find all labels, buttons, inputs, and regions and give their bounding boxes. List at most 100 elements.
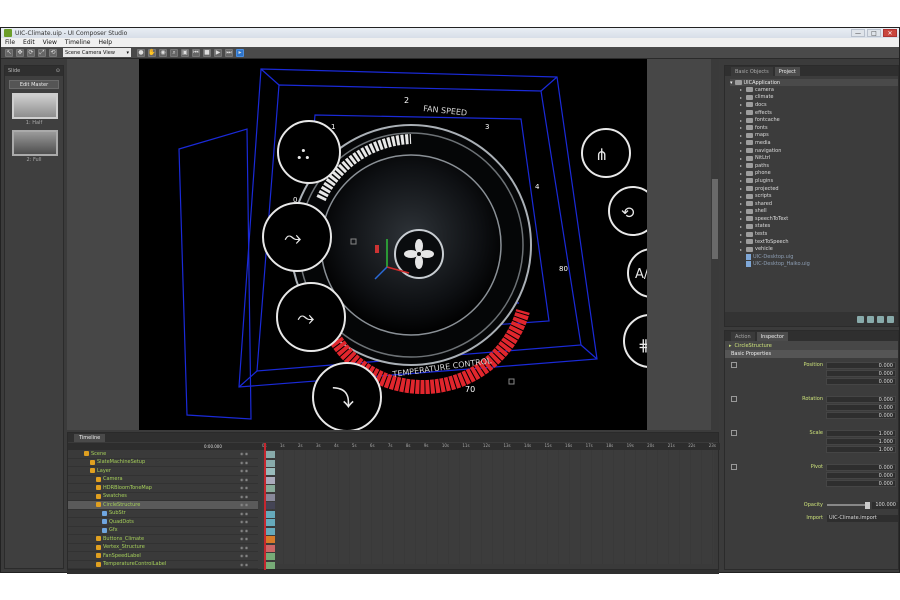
visibility-icon[interactable]: ◉ ◉: [240, 545, 258, 550]
import-icon[interactable]: [867, 315, 874, 323]
timeline-layer-row[interactable]: Camera ◉ ◉: [68, 476, 258, 484]
visibility-icon[interactable]: ◉ ◉: [240, 562, 258, 567]
refresh-icon[interactable]: [877, 315, 884, 323]
property-value-field[interactable]: 0.000: [826, 404, 896, 411]
maximize-button[interactable]: □: [867, 29, 881, 37]
tree-folder-item[interactable]: ▸ navigation: [730, 147, 898, 155]
tree-folder-item[interactable]: ▸ tests: [730, 230, 898, 238]
tree-folder-item[interactable]: ▸ scripts: [730, 192, 898, 200]
fit-icon[interactable]: ▣: [181, 48, 189, 57]
property-value-field[interactable]: 0.000: [826, 480, 896, 487]
timeline-layer-row[interactable]: Swatches ◉ ◉: [68, 493, 258, 501]
tree-folder-item[interactable]: ▸ textToSpeech: [730, 238, 898, 246]
pan-icon[interactable]: ✋: [148, 48, 156, 57]
visibility-icon[interactable]: ◉ ◉: [240, 460, 258, 465]
timeline-bar[interactable]: [265, 553, 275, 560]
minimize-button[interactable]: —: [851, 29, 865, 37]
viewport-scrollbar[interactable]: [711, 59, 719, 430]
tree-folder-item[interactable]: ▸ states: [730, 223, 898, 231]
menu-view[interactable]: View: [39, 39, 61, 46]
timeline-bar[interactable]: [265, 451, 275, 458]
import-field[interactable]: UIC-Climate.import: [827, 515, 898, 522]
timeline-layer-row[interactable]: Vertex_Structure ◉ ◉: [68, 544, 258, 552]
tree-folder-item[interactable]: ▸ shared: [730, 200, 898, 208]
delete-icon[interactable]: [887, 315, 894, 323]
property-value-field[interactable]: 0.000: [826, 378, 896, 385]
property-value-field[interactable]: 0.000: [826, 464, 896, 471]
link-icon[interactable]: [731, 430, 737, 436]
visibility-icon[interactable]: ◉ ◉: [240, 553, 258, 558]
tree-folder-item[interactable]: ▸ speechToText: [730, 215, 898, 223]
timeline-bar[interactable]: [265, 510, 275, 518]
stop-icon[interactable]: ■: [203, 48, 211, 57]
link-icon[interactable]: [731, 464, 737, 470]
timeline-layer-row[interactable]: Buttons_Climate ◉ ◉: [68, 535, 258, 544]
tab-project[interactable]: Project: [774, 67, 800, 76]
property-value-field[interactable]: 1.000: [826, 446, 896, 453]
timeline-layer-row[interactable]: Gfx ◉ ◉: [68, 527, 258, 535]
tree-folder-item[interactable]: ▸ maps: [730, 132, 898, 140]
tree-folder-item[interactable]: ▸ camera: [730, 86, 898, 94]
tab-inspector[interactable]: Inspector: [756, 332, 788, 341]
tree-folder-item[interactable]: ▸ fonts: [730, 124, 898, 132]
visibility-icon[interactable]: ◉ ◉: [240, 528, 258, 533]
link-icon[interactable]: [731, 396, 737, 402]
timeline-layer-row[interactable]: TemperatureControlLabel ◉ ◉: [68, 561, 258, 569]
panel-menu-icon[interactable]: ⊙: [56, 68, 60, 74]
visibility-icon[interactable]: ◉ ◉: [240, 502, 258, 507]
tree-root[interactable]: ▾ UICApplication: [730, 79, 898, 86]
scene-canvas[interactable]: FAN SPEED TEMPERATURE CONTROL 2 1 3 4 0 …: [139, 59, 647, 430]
new-folder-icon[interactable]: [857, 315, 864, 323]
forward-icon[interactable]: ⏭: [225, 48, 233, 57]
slide-thumbnail-full[interactable]: [12, 130, 58, 156]
timeline-layer-row[interactable]: CircleStructure ◉ ◉: [68, 501, 258, 510]
property-value-field[interactable]: 0.000: [826, 472, 896, 479]
timeline-bar[interactable]: [265, 561, 275, 569]
edit-master-button[interactable]: Edit Master: [9, 80, 59, 89]
tree-folder-item[interactable]: ▸ media: [730, 139, 898, 147]
tree-file-item[interactable]: UIC-Desktop.uig: [730, 253, 898, 261]
timeline-layer-row[interactable]: SubStr ◉ ◉: [68, 510, 258, 518]
playhead[interactable]: [264, 443, 266, 571]
visibility-icon[interactable]: ◉ ◉: [240, 477, 258, 482]
timeline-layer-row[interactable]: Scene ◉ ◉: [68, 450, 258, 459]
visibility-icon[interactable]: ◉ ◉: [240, 451, 258, 456]
zoom-icon[interactable]: ⌕: [170, 48, 178, 57]
tab-action[interactable]: Action: [731, 332, 755, 341]
visibility-icon[interactable]: ◉ ◉: [240, 536, 258, 541]
tab-basic-objects[interactable]: Basic Objects: [731, 67, 773, 76]
property-value-field[interactable]: 1.000: [826, 430, 896, 437]
timeline-layer-row[interactable]: HDRBloomToneMap ◉ ◉: [68, 484, 258, 493]
slide-thumbnail-half[interactable]: [12, 93, 58, 119]
timeline-ruler[interactable]: 0s1s2s3s4s5s6s7s8s9s10s11s12s13s14s15s16…: [262, 443, 720, 450]
preview-icon[interactable]: ▸: [236, 48, 244, 57]
scene-viewport[interactable]: FAN SPEED TEMPERATURE CONTROL 2 1 3 4 0 …: [67, 59, 719, 430]
timeline-bar[interactable]: [265, 493, 275, 501]
local-global-icon[interactable]: ⟲: [49, 48, 57, 57]
tree-folder-item[interactable]: ▸ effects: [730, 109, 898, 117]
timeline-bar[interactable]: [265, 476, 275, 484]
menu-help[interactable]: Help: [94, 39, 116, 46]
timeline-bar[interactable]: [265, 459, 275, 467]
timeline-bar[interactable]: [265, 527, 275, 535]
visibility-icon[interactable]: ◉ ◉: [240, 494, 258, 499]
timeline-layer-row[interactable]: SlateMachineSetup ◉ ◉: [68, 459, 258, 467]
visibility-icon[interactable]: ◉ ◉: [240, 519, 258, 524]
timeline-layer-row[interactable]: Layer ◉ ◉: [68, 467, 258, 476]
select-tool-icon[interactable]: ↖: [5, 48, 13, 57]
visibility-icon[interactable]: ◉ ◉: [240, 485, 258, 490]
tree-folder-item[interactable]: ▸ NitLtrl: [730, 154, 898, 162]
rewind-icon[interactable]: ⏮: [192, 48, 200, 57]
tree-folder-item[interactable]: ▸ climate: [730, 94, 898, 102]
slides-panel-tab[interactable]: Slide ⊙: [5, 66, 63, 76]
tree-folder-item[interactable]: ▸ phone: [730, 170, 898, 178]
timeline-bar[interactable]: [265, 468, 275, 475]
scale-tool-icon[interactable]: ⤢: [38, 48, 46, 57]
timeline-bar[interactable]: [265, 519, 275, 526]
property-value-field[interactable]: 1.000: [826, 438, 896, 445]
section-header[interactable]: Basic Properties: [725, 350, 898, 358]
tree-folder-item[interactable]: ▸ fontcache: [730, 116, 898, 124]
timeline-bar[interactable]: [265, 485, 275, 492]
timeline-bar[interactable]: [265, 502, 275, 509]
menu-file[interactable]: File: [1, 39, 19, 46]
